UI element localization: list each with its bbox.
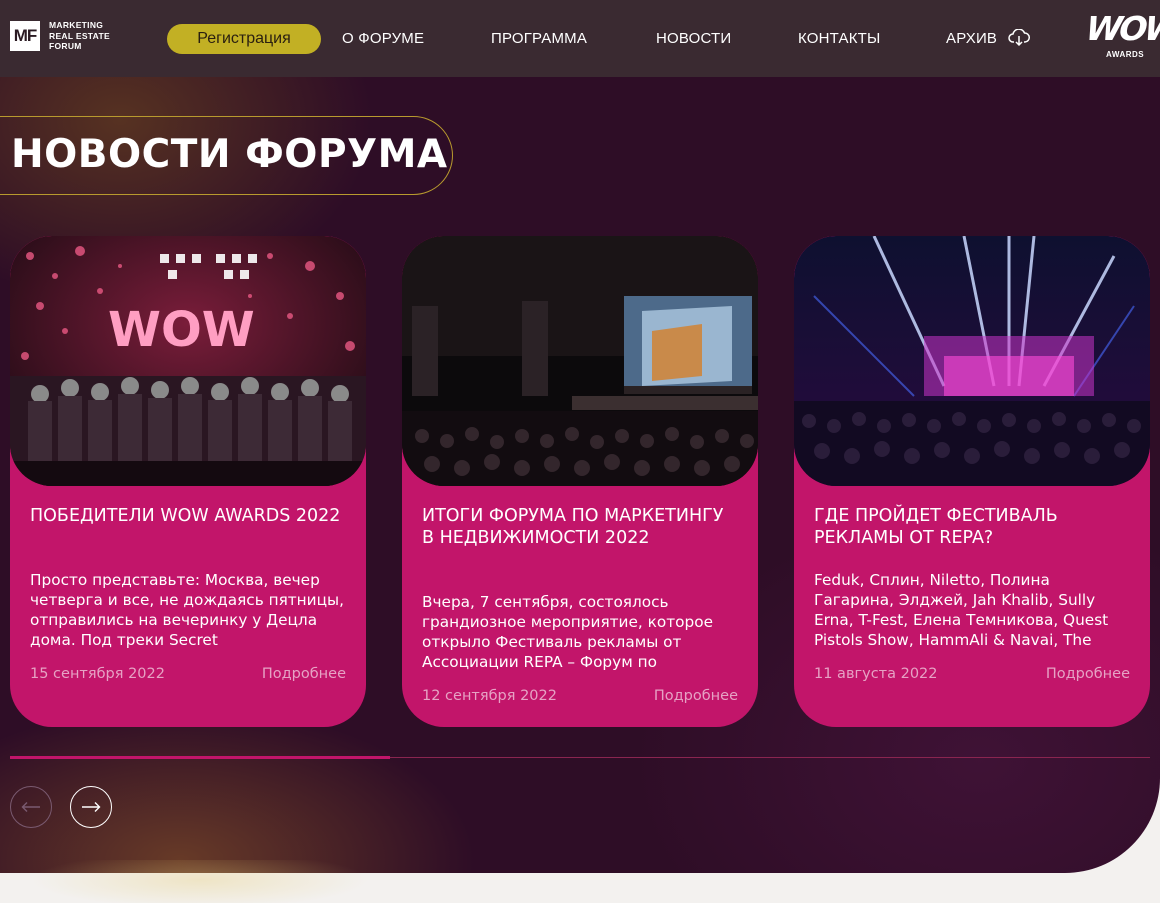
nav-archive[interactable]: АРХИВ bbox=[946, 30, 997, 47]
logo-mark: MF bbox=[10, 20, 40, 51]
slider-prev-button[interactable] bbox=[10, 786, 52, 828]
arrow-right-icon bbox=[82, 802, 101, 812]
news-card-image[interactable] bbox=[794, 236, 1150, 486]
wow-logo-sub: AWARDS bbox=[1106, 50, 1145, 59]
news-card-title[interactable]: ГДЕ ПРОЙДЕТ ФЕСТИВАЛЬ РЕКЛАМЫ ОТ REPA? bbox=[814, 506, 1130, 549]
arrow-left-icon bbox=[21, 802, 40, 812]
news-card-excerpt: Feduk, Сплин, Niletto, Полина Гагарина, … bbox=[814, 571, 1109, 649]
wow-logo-word: WOW bbox=[1084, 9, 1160, 48]
nav-program[interactable]: ПРОГРАММА bbox=[491, 30, 587, 47]
nav-about[interactable]: О ФОРУМЕ bbox=[342, 30, 424, 47]
wow-awards-logo[interactable]: WOW AWARDS bbox=[1084, 9, 1160, 62]
site-header: MF MARKETING REAL ESTATE FORUM Регистрац… bbox=[0, 0, 1160, 77]
news-card-title[interactable]: ПОБЕДИТЕЛИ WOW AWARDS 2022 bbox=[30, 506, 346, 528]
slider-progress-fill bbox=[10, 756, 390, 759]
news-card-title[interactable]: ИТОГИ ФОРУМА ПО МАРКЕТИНГУ В НЕДВИЖИМОСТ… bbox=[422, 506, 738, 549]
news-card-excerpt: Вчера, 7 сентября, состоялось грандиозно… bbox=[422, 593, 713, 671]
news-card-image[interactable] bbox=[402, 236, 758, 486]
news-card-2[interactable]: ИТОГИ ФОРУМА ПО МАРКЕТИНГУ В НЕДВИЖИМОСТ… bbox=[402, 236, 758, 727]
news-card-date: 11 августа 2022 bbox=[814, 666, 938, 682]
cloud-download-icon[interactable] bbox=[1008, 29, 1030, 47]
bottom-glow bbox=[0, 860, 500, 903]
forum-logo[interactable]: MF MARKETING REAL ESTATE FORUM bbox=[10, 20, 110, 52]
news-card-date: 12 сентября 2022 bbox=[422, 688, 557, 704]
nav-contacts[interactable]: КОНТАКТЫ bbox=[798, 30, 881, 47]
read-more-link[interactable]: Подробнее bbox=[1046, 666, 1130, 682]
news-card-excerpt: Просто представьте: Москва, вечер четвер… bbox=[30, 571, 344, 649]
nav-news[interactable]: НОВОСТИ bbox=[656, 30, 731, 47]
page-title: НОВОСТИ ФОРУМА bbox=[11, 132, 448, 177]
register-button[interactable]: Регистрация bbox=[167, 24, 321, 54]
news-section: MF MARKETING REAL ESTATE FORUM Регистрац… bbox=[0, 0, 1160, 873]
read-more-link[interactable]: Подробнее bbox=[654, 688, 738, 704]
slider-next-button[interactable] bbox=[70, 786, 112, 828]
news-card-date: 15 сентября 2022 bbox=[30, 666, 165, 682]
logo-text: MARKETING REAL ESTATE FORUM bbox=[49, 20, 110, 51]
read-more-link[interactable]: Подробнее bbox=[262, 666, 346, 682]
news-card-1[interactable]: WOW ПОБЕДИТЕЛИ WOW AWARDS 2022 Просто пр… bbox=[10, 236, 366, 727]
news-card-3[interactable]: ГДЕ ПРОЙДЕТ ФЕСТИВАЛЬ РЕКЛАМЫ ОТ REPA? F… bbox=[794, 236, 1150, 727]
stage-sign-text: WOW bbox=[108, 302, 255, 358]
news-card-image[interactable]: WOW bbox=[10, 236, 366, 486]
